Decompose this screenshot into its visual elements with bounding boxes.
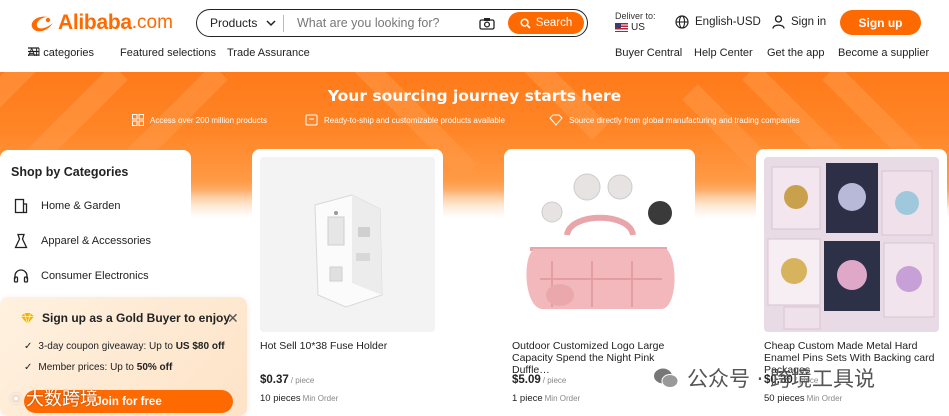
check-icon: ✓ xyxy=(24,341,33,352)
logo-brand: Alibaba xyxy=(58,11,132,34)
min-order-label: Min Order xyxy=(544,394,581,403)
banner-feature-products: Access over 200 million products xyxy=(132,114,267,126)
check-icon: ✓ xyxy=(24,362,33,373)
category-item-apparel[interactable]: Apparel & Accessories xyxy=(13,233,151,249)
logo-tld: .com xyxy=(131,12,173,33)
min-order-qty: 50 pieces xyxy=(764,393,805,404)
deliver-label: Deliver to: xyxy=(615,11,656,21)
product-card[interactable]: Hot Sell 10*38 Fuse Holder $0.37/ piece … xyxy=(252,149,443,416)
min-order-label: Min Order xyxy=(302,394,339,403)
search-button[interactable]: Search xyxy=(508,12,584,34)
deliver-country: US xyxy=(631,22,645,33)
banner-feature-label: Ready-to-ship and customizable products … xyxy=(324,115,505,125)
product-min-order: 1 piece Min Order xyxy=(512,393,580,404)
category-label: Consumer Electronics xyxy=(41,270,149,282)
us-flag-icon xyxy=(615,23,628,32)
watermark-right: 公众号 · 跨境工具说 xyxy=(653,363,875,393)
watermark-right-text: 公众号 · 跨境工具说 xyxy=(687,367,876,391)
benefit-highlight: US $80 off xyxy=(175,341,225,352)
language-selector[interactable]: English-USD xyxy=(675,15,761,29)
all-categories-link[interactable]: All categories xyxy=(28,47,94,59)
gold-benefit-coupon: ✓ 3-day coupon giveaway: Up to US $80 of… xyxy=(24,341,225,352)
search-category-select[interactable]: Products xyxy=(197,16,283,30)
category-label: Apparel & Accessories xyxy=(41,235,152,247)
all-categories-label: All categories xyxy=(28,47,95,59)
gold-popup-title: Sign up as a Gold Buyer to enjoy xyxy=(20,311,230,325)
close-icon[interactable]: ✕ xyxy=(227,310,239,327)
sign-in-link[interactable]: Sign in xyxy=(772,15,826,29)
category-panel-title: Shop by Categories xyxy=(11,165,129,179)
chevron-down-icon xyxy=(266,19,276,26)
header: Alibaba .com Products What are you lookin… xyxy=(0,0,949,72)
banner-feature-label: Access over 200 million products xyxy=(150,115,267,125)
search-button-label: Search xyxy=(535,17,573,29)
watermark-logo-icon: ⦿ xyxy=(10,391,23,406)
featured-selections-link[interactable]: Featured selections xyxy=(120,47,216,59)
sign-in-label: Sign in xyxy=(791,16,827,28)
category-panel: Shop by Categories Home & Garden Apparel… xyxy=(0,150,191,310)
buyer-central-link[interactable]: Buyer Central xyxy=(615,47,682,59)
benefit-text: 3-day coupon giveaway: Up to xyxy=(38,341,176,352)
price-unit: / piece xyxy=(542,376,567,385)
hanger-icon xyxy=(14,233,28,249)
wechat-icon xyxy=(654,368,679,388)
product-title[interactable]: Hot Sell 10*38 Fuse Holder xyxy=(260,340,436,352)
home-icon xyxy=(14,198,28,214)
search-category-label: Products xyxy=(210,16,258,30)
min-order-qty: 10 pieces xyxy=(260,393,301,404)
sign-up-button[interactable]: Sign up xyxy=(840,10,921,35)
price-value: $5.09 xyxy=(512,374,541,386)
gold-popup-title-text: Sign up as a Gold Buyer to enjoy xyxy=(42,311,231,325)
benefit-text: Member prices: Up to xyxy=(38,362,137,373)
category-label: Home & Garden xyxy=(41,200,121,212)
min-order-qty: 1 piece xyxy=(512,393,543,404)
price-unit: / piece xyxy=(290,376,315,385)
price-value: $0.37 xyxy=(260,374,289,386)
banner-feature-source-directly: Source directly from global manufacturin… xyxy=(549,114,800,126)
category-item-electronics[interactable]: Consumer Electronics xyxy=(13,268,149,284)
benefit-highlight: 50% off xyxy=(136,362,173,373)
get-the-app-link[interactable]: Get the app xyxy=(767,47,825,59)
product-min-order: 10 pieces Min Order xyxy=(260,393,338,404)
search-icon xyxy=(520,17,531,29)
category-item-home-garden[interactable]: Home & Garden xyxy=(13,198,120,214)
product-price: $5.09/ piece xyxy=(512,374,566,386)
alibaba-logo-icon xyxy=(31,16,53,32)
top-nav: All categories Featured selections Trade… xyxy=(0,47,949,61)
product-image-enamel-pins[interactable] xyxy=(764,157,939,332)
banner-feature-ready-to-ship: Ready-to-ship and customizable products … xyxy=(305,114,505,126)
product-image-duffle-bag[interactable] xyxy=(512,157,687,332)
product-min-order: 50 pieces Min Order xyxy=(764,393,842,404)
product-price: $0.37/ piece xyxy=(260,374,314,386)
headphones-icon xyxy=(13,269,29,283)
min-order-label: Min Order xyxy=(806,394,843,403)
product-image-fuse-holder[interactable] xyxy=(260,157,435,332)
grid-icon xyxy=(132,114,144,126)
language-currency-label: English-USD xyxy=(695,16,761,28)
help-center-link[interactable]: Help Center xyxy=(694,47,753,59)
globe-icon xyxy=(675,15,689,29)
diamond-icon xyxy=(549,114,563,126)
trade-assurance-link[interactable]: Trade Assurance xyxy=(227,47,310,59)
banner-title: Your sourcing journey starts here xyxy=(327,87,622,105)
alibaba-logo[interactable]: Alibaba .com xyxy=(28,10,173,36)
deliver-to[interactable]: Deliver to: US xyxy=(615,11,656,33)
banner-feature-label: Source directly from global manufacturin… xyxy=(569,115,800,125)
diamond-icon xyxy=(21,312,34,324)
gold-benefit-member-prices: ✓ Member prices: Up to 50% off xyxy=(24,362,172,373)
box-icon xyxy=(305,114,318,126)
search-bar: Products What are you looking for? Searc… xyxy=(196,9,588,37)
watermark-left-text: 大数跨境 xyxy=(26,389,99,409)
search-input[interactable]: What are you looking for? xyxy=(284,16,477,30)
camera-icon[interactable] xyxy=(477,14,497,32)
become-supplier-link[interactable]: Become a supplier xyxy=(838,47,929,59)
user-icon xyxy=(772,15,785,29)
watermark-left: ⦿ 大数跨境 xyxy=(10,385,98,411)
